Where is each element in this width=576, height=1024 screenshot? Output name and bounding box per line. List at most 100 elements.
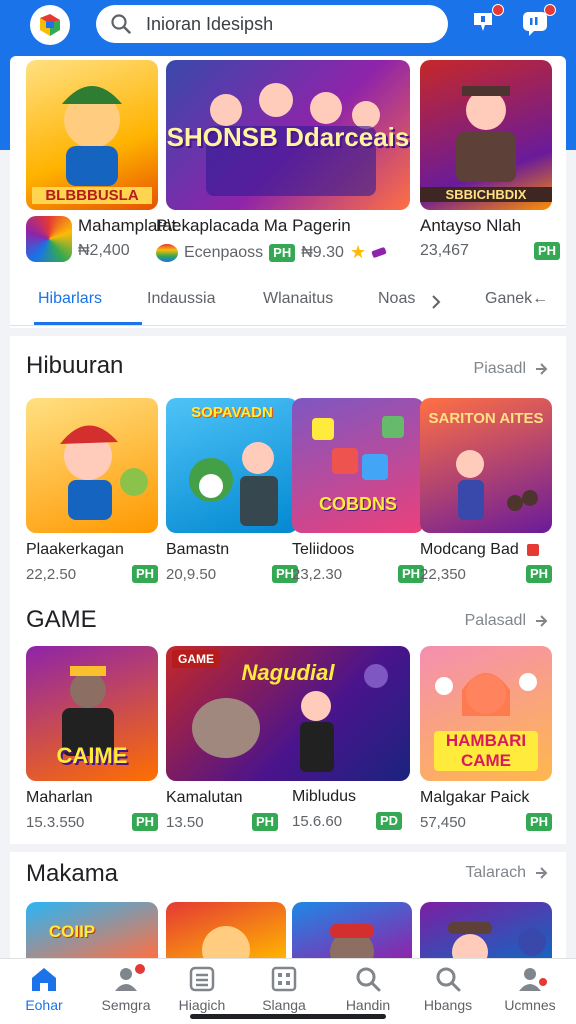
app-card[interactable]: HAMBARI CAME Malgakar Paick 57,450 PH	[420, 646, 552, 831]
card-price: 15.3.550	[26, 813, 85, 831]
app-thumbnail-icon	[26, 216, 72, 262]
nav-label: Eohar	[25, 997, 63, 1013]
card-caption: HAMBARI CAME	[434, 731, 538, 771]
tab-noas[interactable]: Noas	[378, 290, 415, 308]
card-title: Plaakerkagan	[26, 541, 124, 558]
app-card[interactable]: COBDNS Teliidoos 23,2.30 PH	[292, 398, 424, 583]
card-image	[166, 902, 286, 958]
search-bar[interactable]	[96, 5, 448, 43]
card-price: 22,2.50	[26, 565, 77, 583]
featured-caption: BLBBBUSLA	[32, 187, 152, 204]
featured-banner-3[interactable]: SBBICHBDIX	[420, 60, 552, 210]
app-card[interactable]	[166, 902, 286, 958]
nav-ucmnes[interactable]: Ucmnes	[490, 963, 570, 1013]
app-card[interactable]: Plaakerkagan 22,2.50 PH	[26, 398, 158, 583]
tab-indaussia[interactable]: Indaussia	[147, 290, 216, 308]
section-makama: Makama Talarach COIIP	[10, 852, 566, 958]
featured-price: ₦9.30	[301, 243, 344, 261]
message-button[interactable]	[520, 4, 556, 38]
card-price: 15.6.60	[292, 812, 343, 830]
nav-hiagich[interactable]: Hiagich	[162, 963, 242, 1013]
app-card[interactable]: SOPAVADN Bamastn 20,9.50 PH	[166, 398, 298, 583]
card-price: 13.50	[166, 813, 204, 831]
see-more-label: Palasadl	[464, 612, 526, 629]
arrow-right-icon	[536, 363, 548, 375]
tag-icon	[371, 246, 387, 259]
see-more-link[interactable]: Piasadl	[474, 360, 548, 378]
nav-semgra[interactable]: Semgra	[86, 963, 166, 1013]
tab-hibarlars[interactable]: Hibarlars	[38, 290, 102, 308]
card-caption: SOPAVADN	[191, 404, 273, 421]
kid-character-image	[330, 924, 374, 958]
see-more-label: Talarach	[465, 864, 526, 881]
nav-home[interactable]: Eohar	[4, 963, 84, 1013]
price-badge: PH	[131, 565, 158, 583]
search-input[interactable]	[146, 13, 426, 35]
see-more-link[interactable]: Talarach	[466, 864, 548, 882]
cartoon-character-image	[60, 425, 148, 520]
price-badge: PH	[131, 813, 158, 831]
nav-slanga[interactable]: Slanga	[244, 963, 324, 1013]
list-icon	[189, 966, 215, 992]
notification-badge	[538, 977, 548, 987]
nav-handin[interactable]: Handin	[328, 963, 408, 1013]
card-price: 22,350	[420, 565, 466, 583]
notification-button[interactable]	[468, 4, 504, 38]
see-more-link[interactable]: Palasadl	[465, 612, 548, 630]
card-title: Bamastn	[166, 541, 230, 558]
card-caption: COBDNS	[318, 494, 397, 514]
category-tabs: Hibarlars Indaussia Wlanaitus Noas Ganek…	[10, 280, 566, 326]
featured-title: P\ekaplacada Ma Pagerin	[156, 216, 351, 235]
app-card[interactable]	[292, 902, 412, 958]
card-title: Maharlan	[26, 789, 93, 806]
section-title: GAME	[26, 606, 97, 633]
card-title: Teliidoos	[292, 541, 355, 558]
featured-banner-1[interactable]: BLBBBUSLA	[26, 60, 158, 210]
card-title: Malgakar Paick	[420, 789, 530, 806]
card-image	[420, 902, 552, 958]
search-icon	[436, 967, 461, 992]
section-title: Hibuuran	[26, 352, 124, 379]
tab-wlanaitus[interactable]: Wlanaitus	[263, 290, 333, 308]
app-card[interactable]: Mibludus 15.6.60 PD	[292, 780, 424, 830]
card-image: CAIME	[26, 646, 158, 781]
card-image: SARITON AITES	[420, 398, 552, 533]
featured-item-1[interactable]: Mahamplatat. ₦2,400	[26, 216, 181, 266]
price-badge: PH	[251, 813, 278, 831]
card-image: GAME Nagudial	[166, 646, 410, 781]
chevron-right-icon[interactable]	[430, 294, 442, 310]
nav-label: Ucmnes	[504, 997, 556, 1013]
fox-character-image	[202, 926, 250, 958]
price-badge: PH	[525, 813, 552, 831]
featured-banner-2[interactable]: SHONSB Ddarceais	[166, 60, 410, 210]
app-card[interactable]	[420, 902, 552, 958]
nav-hbangs[interactable]: Hbangs	[408, 963, 488, 1013]
nav-label: Hiagich	[178, 997, 226, 1013]
search-icon	[111, 14, 131, 34]
featured-item-3[interactable]: Antayso Nlah 23,467 PH	[420, 216, 560, 266]
app-card[interactable]: SARITON AITES Modcang Bad 22,350 PH	[420, 398, 552, 583]
nav-label: Slanga	[262, 997, 306, 1013]
featured-price: 23,467	[420, 242, 469, 259]
card-caption: CAIME	[56, 743, 128, 768]
gesture-home-bar[interactable]	[190, 1014, 386, 1019]
active-tab-indicator	[34, 322, 142, 325]
card-price: 23,2.30	[292, 565, 343, 583]
tab-ganek[interactable]: Ganek←	[485, 290, 548, 308]
featured-item-2[interactable]: P\ekaplacada Ma Pagerin Ecenpaoss PH ₦9.…	[156, 216, 406, 266]
home-icon	[32, 968, 56, 991]
section-title: Makama	[26, 860, 119, 887]
app-logo[interactable]	[30, 5, 70, 45]
app-card[interactable]: CAIME Maharlan 15.3.550 PH	[26, 646, 158, 831]
price-badge: PH	[269, 243, 296, 262]
cowboy-character-image	[448, 922, 546, 958]
nav-label: Handin	[345, 997, 391, 1013]
card-price: 20,9.50	[166, 565, 217, 583]
star-icon: ★	[349, 242, 367, 262]
card-title-text: Modcang Bad	[420, 541, 519, 558]
status-dot-icon	[527, 543, 540, 556]
arrow-right-icon	[536, 615, 548, 627]
app-card[interactable]: COIIP	[26, 902, 158, 958]
app-logo-icon	[40, 14, 60, 36]
card-caption: COIIP	[48, 922, 96, 941]
